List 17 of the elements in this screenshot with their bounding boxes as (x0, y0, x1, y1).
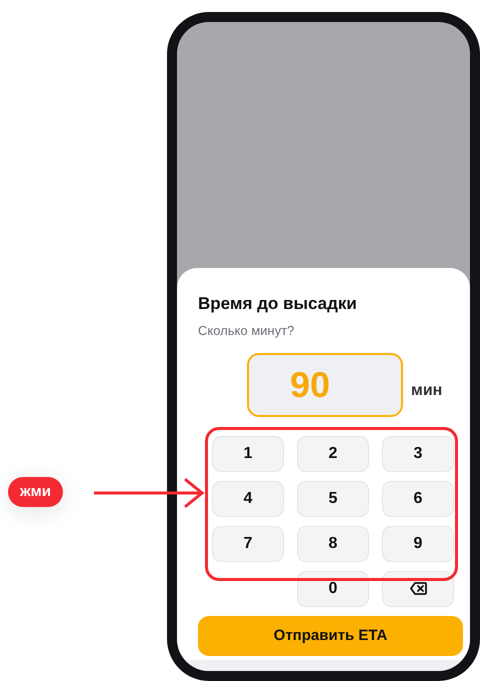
send-eta-button[interactable]: Отправить ETA (198, 616, 463, 656)
sheet-title: Время до высадки (198, 294, 358, 314)
digit-key[interactable]: 6 (382, 480, 454, 517)
digit-key[interactable]: 9 (382, 526, 454, 562)
sheet-subtitle: Сколько минут? (198, 322, 296, 340)
backspace-key[interactable] (382, 570, 454, 607)
digit-key[interactable]: 0 (297, 570, 369, 607)
digit-key[interactable]: 1 (212, 436, 284, 472)
unit-label: мин (411, 380, 442, 401)
digit-key[interactable]: 7 (212, 526, 284, 562)
digit-key[interactable]: 2 (297, 436, 369, 472)
digit-key[interactable]: 5 (297, 480, 369, 517)
callout-badge: жми (8, 477, 63, 507)
digit-key[interactable]: 4 (212, 480, 284, 517)
digit-key[interactable]: 8 (297, 526, 369, 562)
backspace-icon (410, 582, 426, 596)
digit-key[interactable]: 3 (382, 436, 454, 472)
